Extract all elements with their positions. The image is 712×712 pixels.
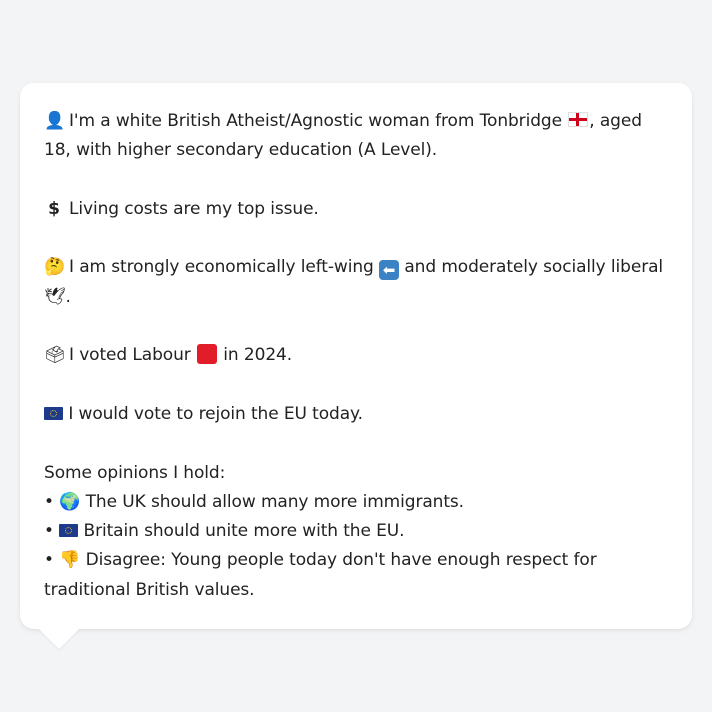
eu-flag-icon xyxy=(44,406,63,420)
england-flag-icon xyxy=(568,112,589,127)
dove-icon: 🕊 xyxy=(44,286,66,307)
stance-text-c: . xyxy=(65,286,71,307)
profile-text: 👤 I'm a white British Atheist/Agnostic wo… xyxy=(44,107,668,605)
vote-paragraph: 🗳 I voted Labour in 2024. xyxy=(44,341,668,370)
ballot-box-icon: 🗳 xyxy=(44,345,66,366)
globe-icon: 🌍 xyxy=(59,491,81,512)
vote-text-b: in 2024. xyxy=(223,345,293,366)
issue-paragraph: $ Living costs are my top issue. xyxy=(44,195,668,224)
opinions-heading: Some opinions I hold: xyxy=(44,462,226,483)
intro-text-c: with higher secondary education (A Level… xyxy=(76,140,438,161)
opinion-item: • 🌍 The UK should allow many more immigr… xyxy=(44,491,464,512)
left-arrow-icon: ⬅ xyxy=(379,260,400,281)
intro-paragraph: 👤 I'm a white British Atheist/Agnostic wo… xyxy=(44,107,668,166)
thinking-face-icon: 🤔 xyxy=(44,257,66,278)
opinion-text-3: Disagree: Young people today don't have … xyxy=(44,550,597,600)
eu-text: I would vote to rejoin the EU today. xyxy=(68,403,363,424)
opinion-text-1: The UK should allow many more immigrants… xyxy=(85,491,464,512)
opinion-text-2: Britain should unite more with the EU. xyxy=(83,521,405,542)
vote-text-a: I voted Labour xyxy=(69,345,191,366)
opinion-item: • 👎 Disagree: Young people today don't h… xyxy=(44,550,597,600)
intro-text-a: I'm a white British Atheist/Agnostic wom… xyxy=(69,111,562,131)
opinion-item: • Britain should unite more with the EU. xyxy=(44,521,405,542)
eu-paragraph: I would vote to rejoin the EU today. xyxy=(44,400,668,429)
red-square-icon xyxy=(196,344,217,365)
heavy-dollar-sign-icon: $ xyxy=(48,198,60,219)
stance-paragraph: 🤔 I am strongly economically left-wing ⬅ … xyxy=(44,253,668,312)
eu-flag-icon xyxy=(59,524,79,538)
profile-card: 👤 I'm a white British Atheist/Agnostic wo… xyxy=(20,83,692,629)
stance-text-b: and moderately socially liberal xyxy=(404,257,664,278)
issue-text: Living costs are my top issue. xyxy=(69,198,319,219)
thumbs-down-icon: 👎 xyxy=(59,550,81,571)
stance-text-a: I am strongly economically left-wing xyxy=(69,257,374,278)
bust-in-silhouette-icon: 👤 xyxy=(44,111,66,131)
speech-bubble-tail xyxy=(39,629,79,649)
